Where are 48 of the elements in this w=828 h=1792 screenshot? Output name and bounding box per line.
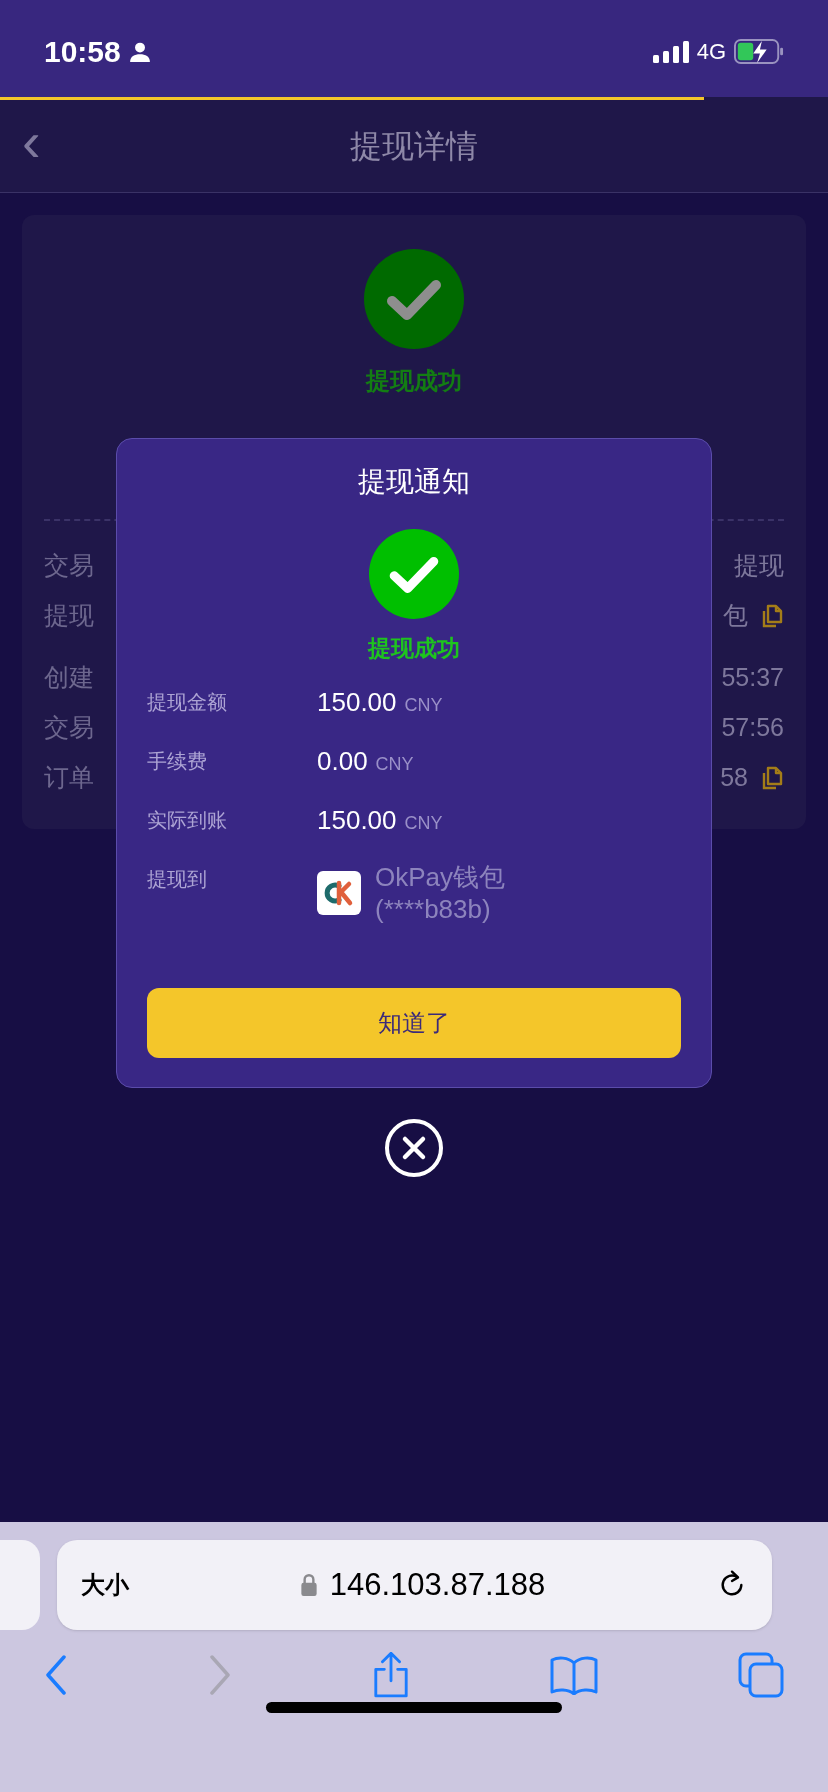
dialog-label: 实际到账 xyxy=(147,807,228,833)
dialog-label: 提现到 xyxy=(147,866,208,892)
close-icon[interactable] xyxy=(384,1118,444,1178)
detail-label: 交易 xyxy=(44,712,94,744)
currency-label: CNY xyxy=(375,752,414,776)
text-size-button[interactable]: 大小 xyxy=(81,1567,129,1603)
dialog-title: 提现通知 xyxy=(358,465,470,499)
amount-value: 150.00 xyxy=(317,685,397,719)
share-icon[interactable] xyxy=(372,1652,410,1698)
dialog-label: 手续费 xyxy=(147,748,208,774)
lock-icon xyxy=(299,1573,318,1597)
wallet-logo-icon xyxy=(317,870,361,915)
person-icon xyxy=(128,40,151,63)
detail-value: 包 xyxy=(723,600,748,632)
address-bar[interactable]: 大小 146.103.87.188 xyxy=(57,1540,772,1630)
detail-label: 创建 xyxy=(44,662,94,694)
network-label: 4G xyxy=(696,38,726,66)
status-time: 10:58 xyxy=(44,34,121,70)
success-check-icon xyxy=(369,529,459,619)
battery-icon xyxy=(734,39,784,64)
currency-label: CNY xyxy=(404,693,443,717)
wallet-name: OkPay钱包 xyxy=(375,860,506,893)
signal-icon xyxy=(652,40,689,63)
status-text: 提现成功 xyxy=(366,366,462,396)
dialog-status: 提现成功 xyxy=(368,634,460,663)
detail-value: 55:37 xyxy=(721,662,784,694)
dialog-label: 提现金额 xyxy=(147,689,228,715)
tabs-icon[interactable] xyxy=(738,1652,784,1698)
page-title: 提现详情 xyxy=(350,127,478,166)
detail-label: 订单 xyxy=(44,762,94,794)
detail-value: 58 xyxy=(720,762,748,794)
back-button[interactable]: ‹ xyxy=(22,114,41,178)
copy-icon[interactable] xyxy=(760,765,784,791)
copy-icon[interactable] xyxy=(760,603,784,629)
detail-label: 提现 xyxy=(44,600,94,632)
amount-value: 0.00 xyxy=(317,744,368,778)
detail-value: 提现 xyxy=(734,550,784,582)
acknowledge-button[interactable]: 知道了 xyxy=(147,988,681,1058)
detail-label: 交易 xyxy=(44,550,94,582)
amount-value: 150.00 xyxy=(317,803,397,837)
back-icon[interactable] xyxy=(44,1655,68,1695)
success-check-icon xyxy=(364,249,464,349)
detail-value: 57:56 xyxy=(721,712,784,744)
bookmarks-icon[interactable] xyxy=(550,1655,598,1695)
currency-label: CNY xyxy=(404,811,443,835)
url-text: 146.103.87.188 xyxy=(329,1565,546,1604)
wallet-account: (****b83b) xyxy=(375,892,492,925)
adjacent-tab[interactable] xyxy=(0,1540,40,1630)
